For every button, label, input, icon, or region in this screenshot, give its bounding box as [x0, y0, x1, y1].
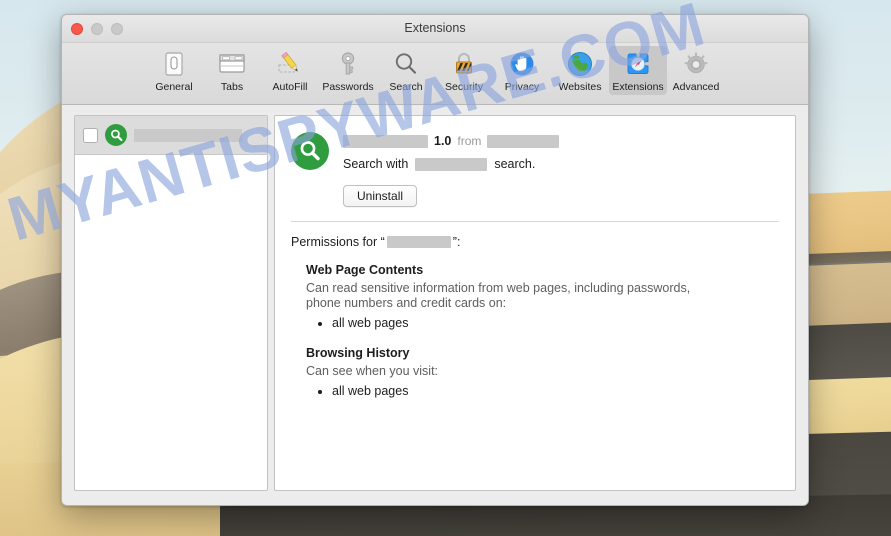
toolbar-tab-label: Privacy [504, 81, 540, 93]
toolbar-tab-passwords[interactable]: Passwords [319, 46, 377, 95]
permissions-target-redacted [386, 236, 451, 248]
privacy-icon [507, 49, 537, 79]
toolbar-tab-label: Advanced [672, 81, 720, 93]
toolbar-tab-tabs[interactable]: Tabs [203, 46, 261, 95]
permission-group-web-page-contents: Web Page Contents Can read sensitive inf… [291, 263, 779, 332]
passwords-icon [333, 49, 363, 79]
safari-preferences-window: Extensions General Tabs AutoFill Passwor… [61, 14, 809, 506]
permission-scope-item: all web pages [332, 315, 779, 332]
toolbar-tab-search[interactable]: Search [377, 46, 435, 95]
extensions-list-sidebar[interactable] [74, 115, 268, 491]
toolbar-tab-label: Passwords [322, 81, 374, 93]
toolbar-tab-label: Extensions [612, 81, 664, 93]
extension-header: 1.0 from Search with search. Uninstall [275, 116, 795, 222]
permission-group-browsing-history: Browsing History Can see when you visit:… [291, 346, 779, 400]
toolbar-tab-websites[interactable]: Websites [551, 46, 609, 95]
green-search-extension-icon [105, 124, 127, 146]
websites-icon [565, 49, 595, 79]
green-search-extension-icon [291, 132, 329, 170]
toolbar-tab-autofill[interactable]: AutoFill [261, 46, 319, 95]
toolbar-tab-label: Websites [558, 81, 602, 93]
window-title: Extensions [404, 21, 466, 35]
permission-title: Browsing History [306, 346, 410, 360]
toolbar-tab-security[interactable]: Security [435, 46, 493, 95]
permissions-section: Permissions for “ ”: Web Page Contents C… [275, 222, 795, 400]
preferences-content: 1.0 from Search with search. Uninstall P… [62, 105, 808, 505]
search-icon [391, 49, 421, 79]
toolbar-tab-label: Security [445, 81, 483, 93]
extension-summary: 1.0 from Search with search. [291, 130, 779, 171]
security-icon [449, 49, 479, 79]
toolbar-tab-general[interactable]: General [145, 46, 203, 95]
permissions-heading-suffix: ”: [452, 235, 461, 249]
toolbar-tab-label: Tabs [220, 81, 244, 93]
extension-version: 1.0 [434, 134, 452, 148]
permission-scope-list: all web pages [306, 383, 779, 400]
toolbar-tab-label: AutoFill [272, 81, 308, 93]
permissions-heading: Permissions for “ ”: [291, 235, 779, 249]
permission-description: Can see when you visit: [306, 364, 439, 378]
extension-enable-checkbox[interactable] [83, 127, 98, 143]
extension-list-item[interactable] [75, 116, 267, 155]
tabs-icon [217, 49, 247, 79]
description-suffix: search. [494, 157, 536, 171]
toolbar-tab-advanced[interactable]: Advanced [667, 46, 725, 95]
permission-title: Web Page Contents [306, 263, 424, 277]
extension-detail-pane: 1.0 from Search with search. Uninstall P… [274, 115, 796, 491]
advanced-icon [681, 49, 711, 79]
permission-scope-item: all web pages [332, 383, 779, 400]
extension-name-redacted [343, 134, 428, 148]
uninstall-button[interactable]: Uninstall [343, 185, 418, 207]
extension-meta: 1.0 from Search with search. [343, 130, 560, 171]
extension-description: Search with search. [343, 157, 559, 171]
description-redacted-value [415, 157, 488, 171]
extension-title-line: 1.0 from [343, 133, 560, 149]
extensions-icon [623, 49, 653, 79]
permissions-heading-prefix: Permissions for “ [291, 235, 385, 249]
toolbar-tab-privacy[interactable]: Privacy [493, 46, 551, 95]
extension-from-label: from [457, 134, 482, 148]
autofill-icon [275, 49, 305, 79]
extension-name-redacted [134, 128, 242, 142]
preferences-toolbar: General Tabs AutoFill Passwords Search S… [62, 43, 808, 105]
permission-description: Can read sensitive information from web … [306, 281, 691, 310]
uninstall-row: Uninstall [291, 171, 779, 207]
window-titlebar: Extensions [62, 15, 808, 43]
toolbar-tab-extensions[interactable]: Extensions [609, 46, 667, 95]
toolbar-tab-label: General [155, 81, 193, 93]
description-prefix: Search with [343, 157, 409, 171]
extension-publisher-redacted [487, 134, 560, 148]
toolbar-tab-label: Search [389, 81, 423, 93]
general-icon [159, 49, 189, 79]
permission-scope-list: all web pages [306, 315, 779, 332]
desktop-background: Extensions General Tabs AutoFill Passwor… [0, 0, 891, 536]
